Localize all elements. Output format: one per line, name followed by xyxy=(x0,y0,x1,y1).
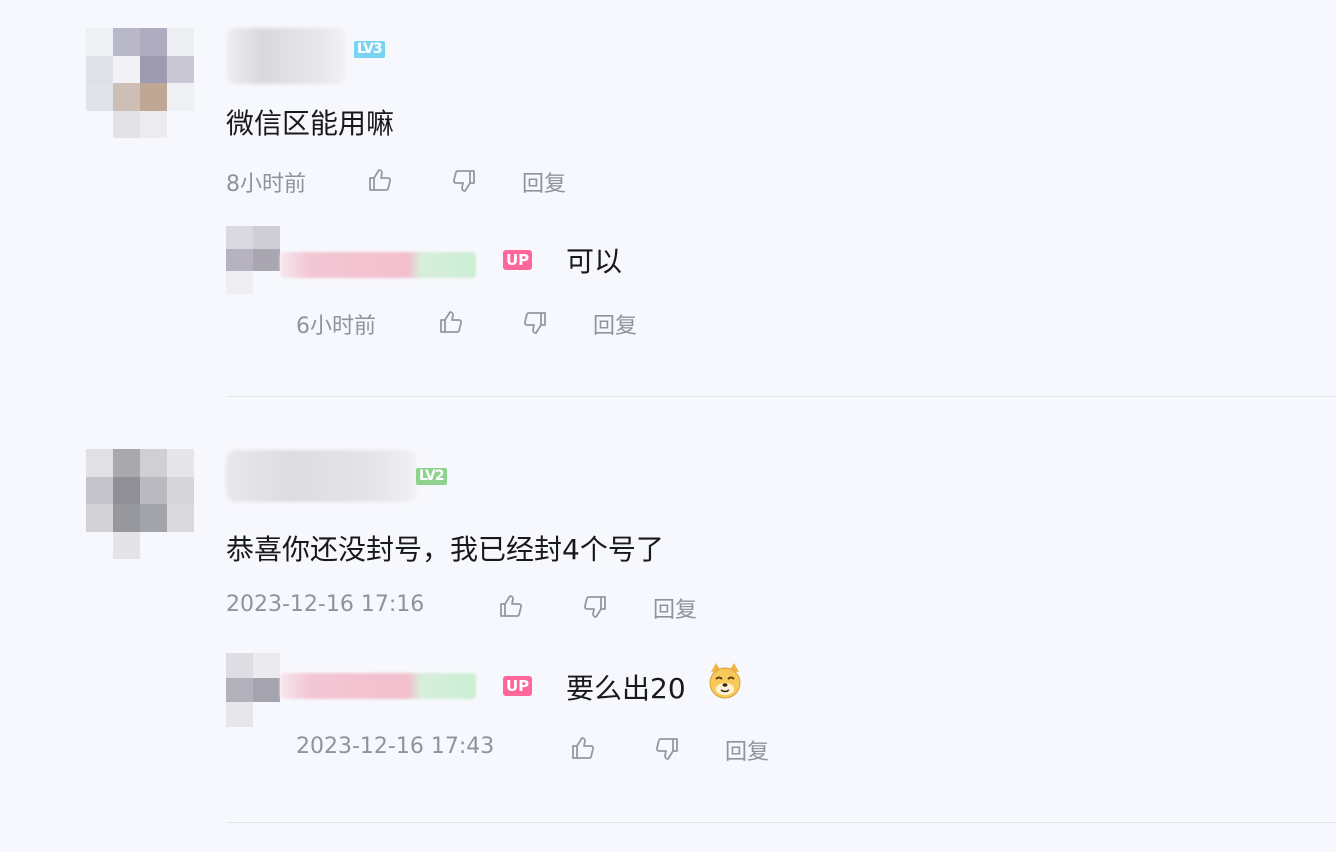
level-badge: LV2 xyxy=(416,468,447,485)
comment-text: 微信区能用嘛 xyxy=(226,107,395,140)
thumb-down-icon[interactable] xyxy=(653,735,681,763)
thumb-up-icon[interactable] xyxy=(437,308,465,336)
divider xyxy=(226,396,1336,397)
comment-time: 8小时前 xyxy=(226,172,306,197)
thumb-down-icon[interactable] xyxy=(521,309,549,337)
reply-avatar[interactable] xyxy=(226,653,280,727)
reply-text: 可以 xyxy=(566,245,623,278)
reply-button[interactable]: 回复 xyxy=(653,592,697,624)
level-badge: LV3 xyxy=(354,41,385,58)
doge-emoji-icon xyxy=(706,662,744,700)
username-blurred[interactable] xyxy=(226,28,346,84)
up-badge: UP xyxy=(503,676,533,696)
reply-time: 6小时前 xyxy=(296,314,376,339)
divider xyxy=(226,822,1336,823)
comment-time: 2023-12-16 17:16 xyxy=(226,592,425,617)
up-badge: UP xyxy=(503,250,533,270)
thumb-down-icon[interactable] xyxy=(581,593,609,621)
thumb-up-icon[interactable] xyxy=(366,166,394,194)
avatar[interactable] xyxy=(86,449,194,559)
username-blurred[interactable] xyxy=(226,450,416,502)
reply-button[interactable]: 回复 xyxy=(522,166,566,198)
avatar[interactable] xyxy=(86,28,194,138)
thumb-up-icon[interactable] xyxy=(569,734,597,762)
reply-button[interactable]: 回复 xyxy=(725,734,769,766)
thumb-up-icon[interactable] xyxy=(497,592,525,620)
reply-username-blurred[interactable] xyxy=(280,673,476,699)
reply-username-blurred[interactable] xyxy=(280,252,476,278)
reply-text: 要么出20 xyxy=(566,672,686,705)
reply-button[interactable]: 回复 xyxy=(593,308,637,340)
thumb-down-icon[interactable] xyxy=(450,167,478,195)
reply-avatar[interactable] xyxy=(226,226,280,294)
comment-text: 恭喜你还没封号，我已经封4个号了 xyxy=(226,533,664,566)
reply-time: 2023-12-16 17:43 xyxy=(296,734,495,759)
